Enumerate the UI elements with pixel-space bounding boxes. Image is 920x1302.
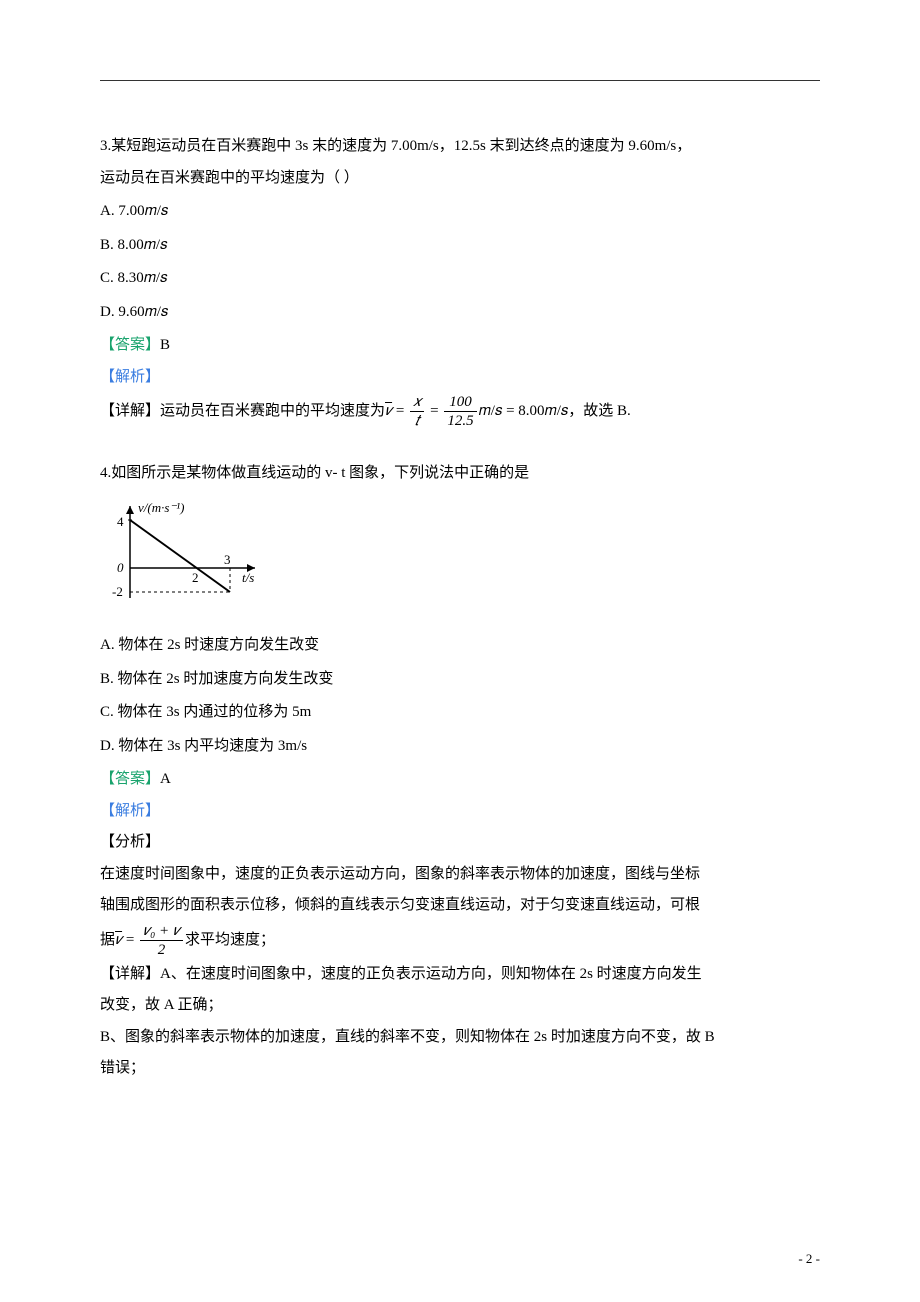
origin-label: 0 xyxy=(117,560,124,575)
q3-answer-value: B xyxy=(160,337,170,353)
fraction-v0-plus-v-over-2: 𝑣₀ + 𝑣 2 xyxy=(140,922,183,959)
q4-option-d: D. 物体在 3s 内平均速度为 3m/s xyxy=(100,731,820,763)
page-container: 3.某短跑运动员在百米赛跑中 3s 末的速度为 7.00m/s，12.5s 末到… xyxy=(0,0,920,1302)
q4-fenxi-line3-suffix: 求平均速度； xyxy=(185,931,275,947)
fraction-x-over-t: 𝑥 𝑡 xyxy=(410,393,424,430)
frac-num: 𝑥 xyxy=(410,393,424,412)
answer-label: 【答案】 xyxy=(100,771,160,787)
q4-detail-a-line1: 【详解】A、在速度时间图象中，速度的正负表示运动方向，则知物体在 2s 时速度方… xyxy=(100,959,820,991)
velocity-line xyxy=(130,520,230,592)
xtick-3: 3 xyxy=(224,552,231,567)
y-axis-arrow-icon xyxy=(126,506,134,514)
q4-analysis-label: 【解析】 xyxy=(100,796,820,828)
q3-detail: 【详解】运动员在百米赛跑中的平均速度为𝑣 = 𝑥 𝑡 = 100 12.5 𝑚/… xyxy=(100,393,820,430)
q3-stem-line1: 3.某短跑运动员在百米赛跑中 3s 末的速度为 7.00m/s，12.5s 末到… xyxy=(100,131,820,163)
q3-option-b: B. 8.00𝑚/𝑠 xyxy=(100,230,820,262)
vbar-symbol: 𝑣 xyxy=(115,931,122,947)
q4-detail-b-line2: 错误； xyxy=(100,1053,820,1085)
y-axis-label: v/(m·s⁻¹) xyxy=(138,500,185,515)
q4-option-c: C. 物体在 3s 内通过的位移为 5m xyxy=(100,697,820,729)
q4-answer: 【答案】A xyxy=(100,764,820,796)
frac-den: 12.5 xyxy=(444,412,476,430)
ytick-4: 4 xyxy=(117,514,124,529)
q3-analysis-label: 【解析】 xyxy=(100,362,820,394)
q4-fenxi-line2: 轴围成图形的面积表示位移，倾斜的直线表示匀变速直线运动，对于匀变速直线运动，可根 xyxy=(100,890,820,922)
frac-den: 2 xyxy=(140,941,183,959)
q3-option-a: A. 7.00𝑚/𝑠 xyxy=(100,196,820,228)
vt-graph-svg: v/(m·s⁻¹) 4 0 -2 2 3 t/s xyxy=(100,498,270,608)
answer-label: 【答案】 xyxy=(100,337,160,353)
frac-den: 𝑡 xyxy=(410,412,424,430)
q4-fenxi-line1: 在速度时间图象中，速度的正负表示运动方向，图象的斜率表示物体的加速度，图线与坐标 xyxy=(100,859,820,891)
q3-option-d: D. 9.60𝑚/𝑠 xyxy=(100,297,820,329)
q4-stem: 4.如图所示是某物体做直线运动的 v- t 图象，下列说法中正确的是 xyxy=(100,458,820,490)
spacer xyxy=(100,430,820,458)
q3-answer: 【答案】B xyxy=(100,330,820,362)
vbar-symbol: 𝑣 xyxy=(385,403,392,419)
ytick-neg2: -2 xyxy=(112,584,123,599)
q3-detail-suffix: 𝑚/𝑠 = 8.00𝑚/𝑠，故选 B. xyxy=(479,403,631,419)
frac-num: 𝑣₀ + 𝑣 xyxy=(140,922,183,941)
xtick-2: 2 xyxy=(192,570,199,585)
top-rule xyxy=(100,80,820,81)
page-number: - 2 - xyxy=(798,1245,820,1272)
q3-detail-prefix: 【详解】运动员在百米赛跑中的平均速度为 xyxy=(100,403,385,419)
x-axis-label: t/s xyxy=(242,570,254,585)
q4-detail-b-line1: B、图象的斜率表示物体的加速度，直线的斜率不变，则知物体在 2s 时加速度方向不… xyxy=(100,1022,820,1054)
q4-option-a: A. 物体在 2s 时速度方向发生改变 xyxy=(100,630,820,662)
fraction-100-over-12-5: 100 12.5 xyxy=(444,393,476,430)
vt-graph: v/(m·s⁻¹) 4 0 -2 2 3 t/s xyxy=(100,498,820,621)
q4-answer-value: A xyxy=(160,771,171,787)
q4-option-b: B. 物体在 2s 时加速度方向发生改变 xyxy=(100,664,820,696)
q3-stem-line2: 运动员在百米赛跑中的平均速度为（ ） xyxy=(100,163,820,195)
frac-num: 100 xyxy=(444,393,476,412)
q4-detail-a-line2: 改变，故 A 正确； xyxy=(100,990,820,1022)
q4-fenxi-line3-prefix: 据 xyxy=(100,931,115,947)
q3-option-c: C. 8.30𝑚/𝑠 xyxy=(100,263,820,295)
q4-fenxi-line3: 据𝑣 = 𝑣₀ + 𝑣 2 求平均速度； xyxy=(100,922,820,959)
q4-fenxi-label: 【分析】 xyxy=(100,827,820,859)
